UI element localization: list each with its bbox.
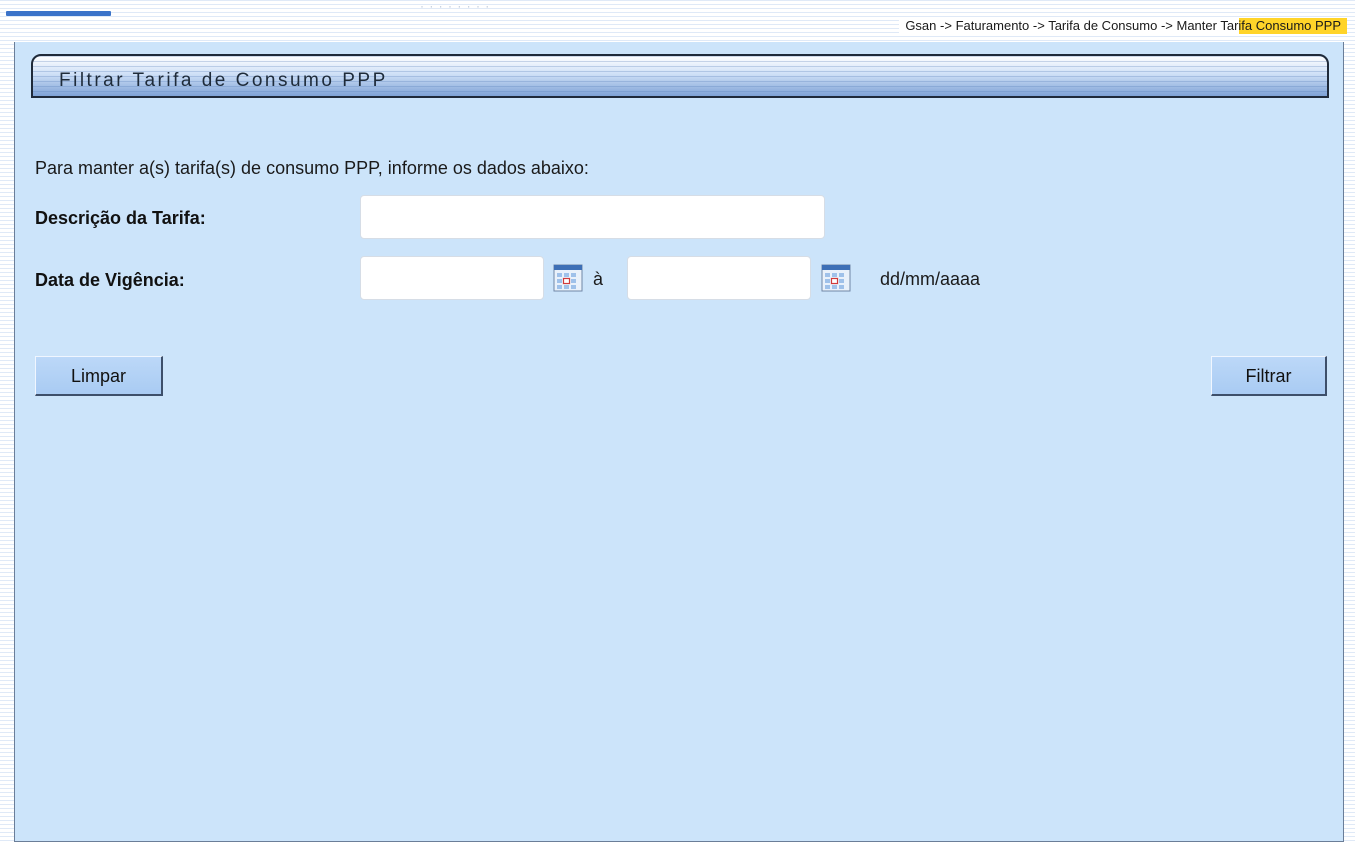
filter-panel: Filtrar Tarifa de Consumo PPP Para mante…: [14, 42, 1344, 842]
breadcrumb: Gsan -> Faturamento -> Tarifa de Consumo…: [899, 18, 1347, 34]
breadcrumb-item-root: Gsan: [905, 18, 937, 33]
breadcrumb-separator: ->: [1032, 18, 1045, 33]
calendar-icon[interactable]: [553, 263, 583, 293]
date-range-separator: à: [593, 269, 604, 289]
background-ghost-text: · · · · · · · ·: [420, 2, 491, 13]
top-accent-bar: [6, 11, 111, 16]
breadcrumb-separator: ->: [940, 18, 952, 33]
descricao-input[interactable]: [360, 195, 825, 239]
breadcrumb-item-section: Tarifa de Consumo: [1048, 18, 1158, 33]
page-title: Filtrar Tarifa de Consumo PPP: [59, 70, 388, 91]
filtrar-button[interactable]: Filtrar: [1211, 356, 1327, 396]
vigencia-end-input[interactable]: [627, 256, 811, 300]
vigencia-start-input[interactable]: [360, 256, 544, 300]
panel-title-bar: Filtrar Tarifa de Consumo PPP: [31, 54, 1329, 98]
descricao-label: Descrição da Tarifa:: [35, 208, 206, 228]
calendar-icon[interactable]: [821, 263, 851, 293]
date-format-hint: dd/mm/aaaa: [880, 269, 981, 289]
vigencia-label: Data de Vigência:: [35, 270, 185, 290]
limpar-button[interactable]: Limpar: [35, 356, 163, 396]
breadcrumb-item-module: Faturamento: [955, 18, 1030, 33]
breadcrumb-separator: ->: [1160, 18, 1173, 33]
page-root: · · · · · · · · Gsan -> Faturamento -> T…: [0, 0, 1355, 844]
instructions-text: Para manter a(s) tarifa(s) de consumo PP…: [35, 158, 589, 178]
breadcrumb-item-current: Manter Tarifa Consumo PPP: [1176, 18, 1342, 33]
